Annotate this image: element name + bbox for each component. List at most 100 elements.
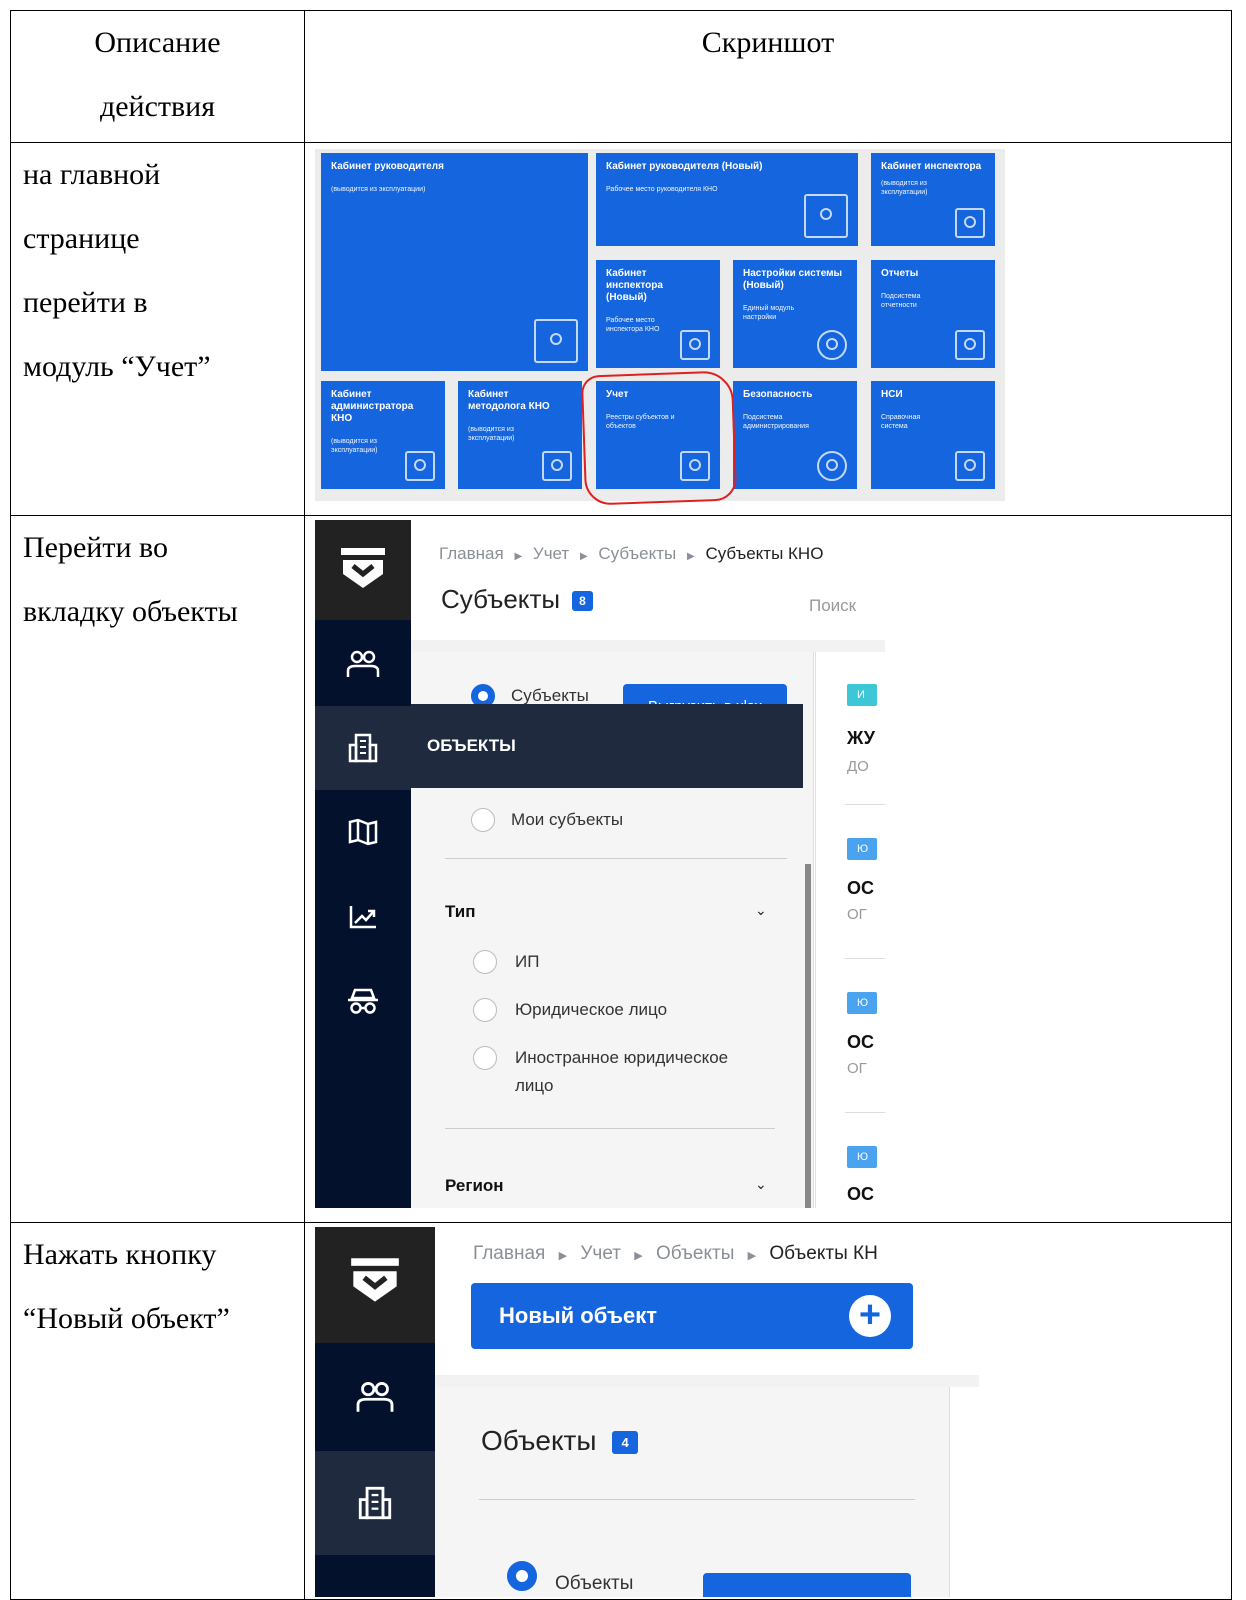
header-divider [411,640,885,652]
sidebar-item-analytics[interactable] [315,874,411,958]
list-item-subtitle: ДО [847,758,869,775]
new-object-button[interactable]: Новый объект + [471,1283,913,1349]
list-item-title[interactable]: ОС [847,878,874,899]
filter-region-heading[interactable]: Регион [445,1176,504,1196]
sidebar-item-subjects[interactable] [315,622,411,706]
breadcrumb-item[interactable]: Объекты [656,1243,734,1264]
breadcrumb: Главная ▶ Учет ▶ Объекты ▶ Объекты КН [473,1243,878,1265]
breadcrumb-item: Объекты КН [769,1243,878,1264]
page-title-text: Объекты [481,1425,597,1456]
list-item-title[interactable]: ОС [847,1184,874,1205]
gear-icon [817,330,847,360]
type-chip: Ю [847,1146,877,1168]
monitor-user-icon [955,208,985,238]
module-tiles-screenshot: Кабинет руководителя (выводится из экспл… [315,149,1005,506]
radio-my-subjects[interactable] [471,808,495,832]
tile-subtitle: (выводится из эксплуатации) [331,186,426,193]
list-separator [845,804,885,805]
desc-line: странице [23,222,140,255]
users-icon [356,1381,394,1412]
shield-logo-icon [341,548,385,588]
report-chart-icon [955,330,985,360]
search-input[interactable]: Поиск [809,596,856,616]
sidebar-item-objects[interactable] [315,1451,435,1555]
list-separator [845,1112,885,1113]
desc-line: Перейти во [23,531,168,564]
tile-subtitle: Подсистема отчетности [881,293,921,309]
header-description: Описание действия [10,10,305,143]
sidebar-item-subjects[interactable] [315,1345,435,1449]
desc-line: “Новый объект” [23,1302,230,1335]
option-foreign-legal-entity-label-cont: лицо [515,1076,554,1095]
tile-manager-cabinet-new[interactable]: Кабинет руководителя (Новый) Рабочее мес… [596,153,858,246]
list-separator [845,958,885,959]
option-ip-label: ИП [515,952,540,971]
breadcrumb-separator-icon: ▶ [579,551,588,562]
count-badge: 4 [612,1431,638,1455]
header-description-line2: действия [99,90,216,123]
tile-title: Кабинет инспектора [881,161,982,172]
radio-ip[interactable] [473,950,497,974]
breadcrumb-separator-icon: ▶ [747,1250,757,1262]
tile-subtitle: Единый модуль настройки [743,305,795,321]
new-object-button-label: Новый объект [499,1303,658,1328]
tile-subtitle: Справочная система [881,414,921,430]
radio-legal-entity[interactable] [473,998,497,1022]
list-item-title[interactable]: ЖУ [847,728,875,749]
row2-screenshot: Главная ▶ Учет ▶ Субъекты ▶ Субъекты КНО… [304,515,1232,1223]
breadcrumb-separator-icon: ▶ [558,1250,568,1262]
chevron-down-icon[interactable]: ⌄ [755,1176,767,1193]
breadcrumb-item[interactable]: Учет [533,544,569,563]
export-button[interactable] [703,1573,911,1597]
row1-screenshot: Кабинет руководителя (выводится из экспл… [304,142,1232,516]
logo [315,520,411,620]
filter-type-heading[interactable]: Тип [445,902,475,922]
header-description-line1: Описание [94,26,221,59]
header-divider [435,1375,979,1387]
tile-title: Кабинет инспектора (Новый) [606,268,663,303]
tile-title: Безопасность [743,389,813,400]
tile-security[interactable]: Безопасность Подсистема администрировани… [733,381,857,489]
tile-admin-cabinet[interactable]: Кабинет администратора КНО (выводится из… [321,381,445,489]
tile-nsi[interactable]: НСИ Справочная система [871,381,995,489]
radio-my-subjects-label: Мои субъекты [511,810,624,829]
tile-methodologist-cabinet[interactable]: Кабинет методолога КНО (выводится из экс… [458,381,582,489]
users-icon [346,650,380,677]
radio-objects[interactable] [507,1561,537,1591]
breadcrumb-separator-icon: ▶ [687,551,695,562]
breadcrumb-item[interactable]: Главная [473,1243,545,1264]
subjects-page-screenshot: Главная ▶ Учет ▶ Субъекты ▶ Субъекты КНО… [315,520,885,1208]
tile-system-settings-new[interactable]: Настройки системы (Новый) Единый модуль … [733,260,857,368]
tile-title: Кабинет администратора КНО [331,389,414,424]
filter-divider [479,1499,915,1500]
radio-foreign-legal-entity[interactable] [473,1046,497,1070]
logo [315,1227,435,1343]
desc-line: на главной [23,158,161,191]
sidebar-item-objects[interactable] [315,706,411,790]
breadcrumb-item[interactable]: Главная [439,544,504,563]
tile-title: НСИ [881,389,903,400]
shield-logo-icon [351,1258,399,1302]
filter-divider [445,858,787,859]
tile-title: Кабинет методолога КНО [468,389,550,412]
tile-inspector-cabinet-new[interactable]: Кабинет инспектора (Новый) Рабочее место… [596,260,720,368]
tile-inspector-cabinet[interactable]: Кабинет инспектора (выводится из эксплуа… [871,153,995,246]
filter-scrollbar[interactable] [805,864,811,1208]
tile-manager-cabinet[interactable]: Кабинет руководителя (выводится из экспл… [321,153,588,371]
tile-reports[interactable]: Отчеты Подсистема отчетности [871,260,995,368]
monitor-user-icon [680,330,710,360]
row3-screenshot: Главная ▶ Учет ▶ Объекты ▶ Объекты КН Но… [304,1222,1232,1600]
breadcrumb-item[interactable]: Учет [580,1243,621,1264]
desc-line: Нажать кнопку [23,1238,217,1271]
list-item-title[interactable]: ОС [847,1032,874,1053]
plus-circle-icon: + [849,1295,891,1337]
breadcrumb-separator-icon: ▶ [514,551,523,562]
tile-title: Кабинет руководителя (Новый) [606,161,763,172]
page-title: Субъекты 8 [441,584,593,615]
breadcrumb-item[interactable]: Субъекты [598,544,676,563]
sidebar-item-incognito[interactable] [315,958,411,1042]
desc-line: вкладку объекты [23,595,238,628]
sidebar-item-map[interactable] [315,790,411,874]
chevron-down-icon[interactable]: ⌄ [755,902,767,919]
breadcrumb-separator-icon: ▶ [634,1250,643,1262]
